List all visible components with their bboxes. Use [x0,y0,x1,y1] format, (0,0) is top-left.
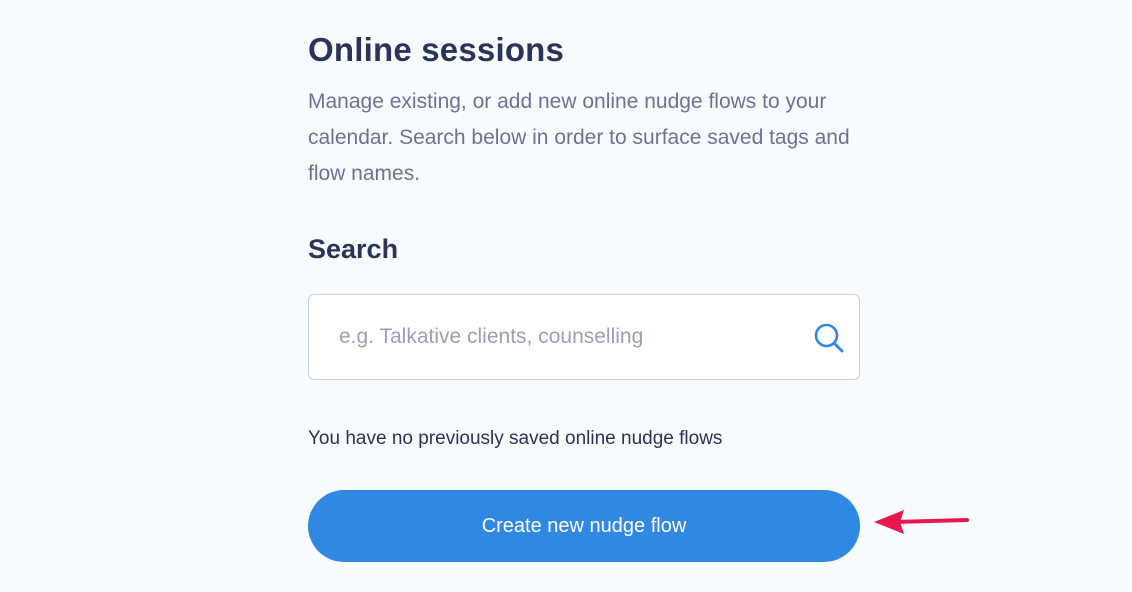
empty-flows-message: You have no previously saved online nudg… [308,428,723,449]
page-title: Online sessions [308,31,565,68]
page-description: Manage existing, or add new online nudge… [308,90,850,185]
search-icon[interactable] [813,322,845,354]
page: Online sessions Manage existing, or add … [0,0,1132,592]
main-content: Online sessions Manage existing, or add … [308,30,860,562]
create-nudge-flow-button[interactable]: Create new nudge flow [308,490,860,562]
search-box[interactable] [308,294,860,380]
search-heading: Search [308,234,399,264]
search-input[interactable] [309,295,789,379]
arrow-left-icon [872,506,970,538]
